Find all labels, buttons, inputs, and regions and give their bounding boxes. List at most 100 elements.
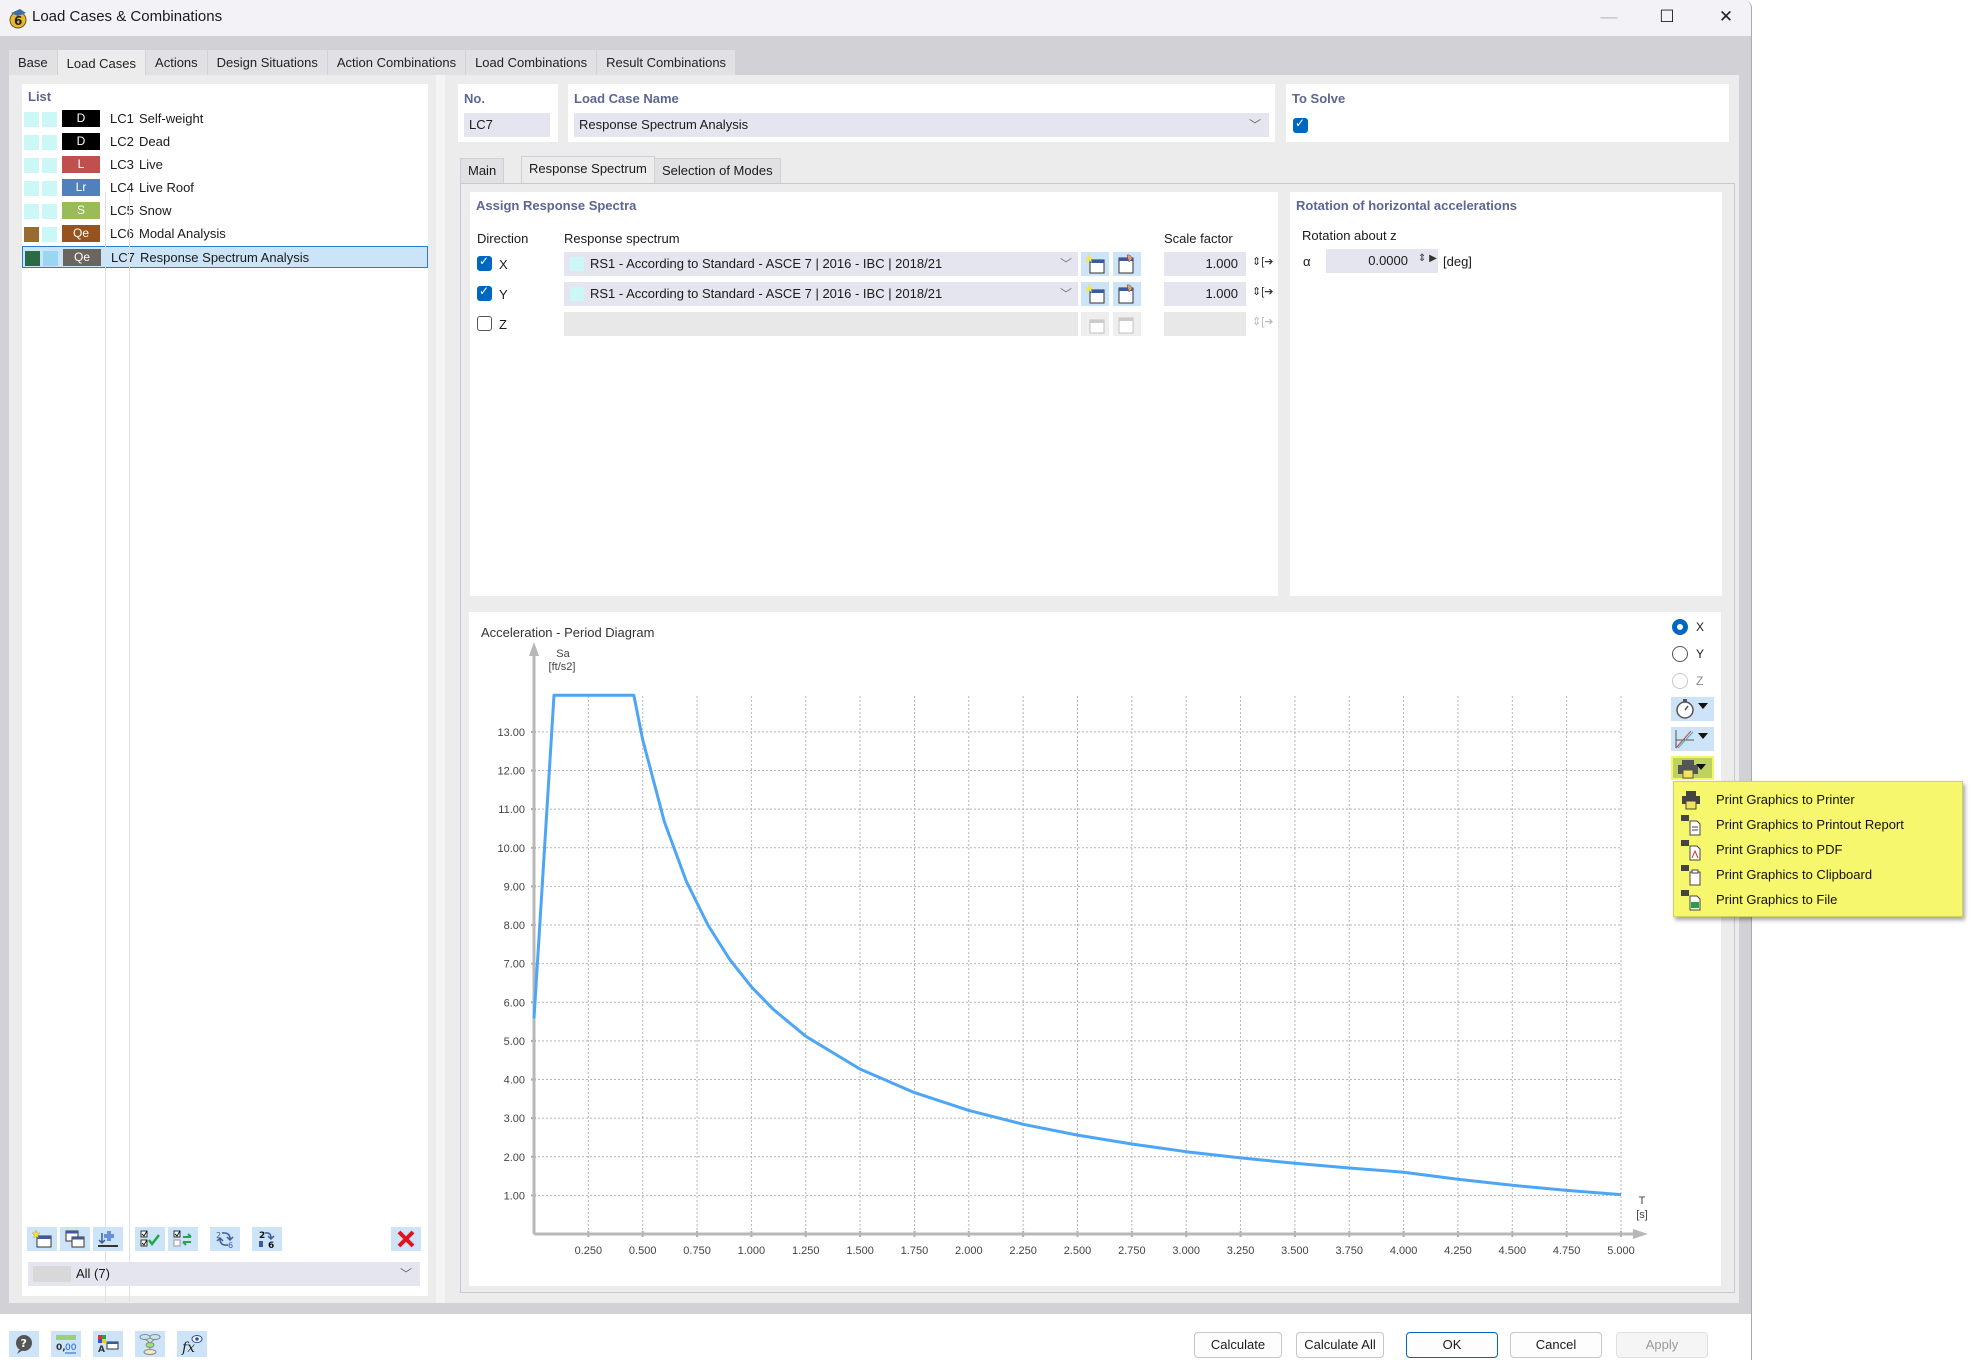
spectrum-y-dropdown[interactable]: RS1 - According to Standard - ASCE 7 | 2… bbox=[564, 282, 1078, 306]
x-tick-label: 4.000 bbox=[1390, 1245, 1418, 1257]
tab-selection-of-modes[interactable]: Selection of Modes bbox=[654, 158, 781, 183]
list-item[interactable]: Qe LC7 Response Spectrum Analysis bbox=[22, 246, 428, 268]
svg-text:?: ? bbox=[21, 1337, 27, 1350]
list-item[interactable]: Qe LC6 Modal Analysis bbox=[22, 223, 428, 245]
bottom-bar: ? 0, 00 A fx Calculate Calculate All OK C… bbox=[0, 1314, 1751, 1360]
edit-spectrum-x-button[interactable] bbox=[1113, 252, 1141, 276]
renumber-button[interactable]: 26 bbox=[210, 1227, 240, 1251]
list-item[interactable]: D LC2 Dead bbox=[22, 131, 428, 153]
list-item[interactable]: S LC5 Snow bbox=[22, 200, 428, 222]
tab-load-cases[interactable]: Load Cases bbox=[57, 50, 147, 76]
check-all-button[interactable] bbox=[135, 1227, 165, 1251]
category-badge: Qe bbox=[63, 249, 101, 266]
spectrum-x-dropdown[interactable]: RS1 - According to Standard - ASCE 7 | 2… bbox=[564, 252, 1078, 276]
scale-x-field[interactable]: 1.000 bbox=[1164, 252, 1246, 276]
calculate-button[interactable]: Calculate bbox=[1194, 1332, 1282, 1358]
load-case-name-dropdown[interactable]: Response Spectrum Analysis ﹀ bbox=[574, 113, 1269, 137]
graph-options-button[interactable] bbox=[1671, 727, 1714, 751]
ok-button[interactable]: OK bbox=[1406, 1332, 1498, 1358]
scale-y-field[interactable]: 1.000 bbox=[1164, 282, 1246, 306]
app-icon: 6 bbox=[9, 9, 27, 29]
reorder-button[interactable]: 26 bbox=[252, 1227, 282, 1251]
x-tick-label: 3.500 bbox=[1281, 1245, 1309, 1257]
y-tick-label: 12.00 bbox=[497, 766, 525, 778]
model-button[interactable] bbox=[135, 1331, 165, 1357]
new-load-case-button[interactable] bbox=[27, 1227, 57, 1251]
file-icon bbox=[1681, 890, 1701, 911]
close-button[interactable]: ✕ bbox=[1697, 0, 1751, 34]
menu-item-label: Print Graphics to File bbox=[1716, 892, 1838, 907]
load-case-list: List D LC1 Self-weight D LC2 Dead L LC3 Live Lr LC… bbox=[22, 84, 428, 1302]
spin-icon[interactable]: ⇕[➔ bbox=[1252, 255, 1274, 268]
tab-load-combinations[interactable]: Load Combinations bbox=[466, 50, 598, 75]
tab-actions[interactable]: Actions bbox=[146, 50, 208, 75]
formula-button[interactable]: fx bbox=[177, 1331, 207, 1357]
display-properties-button[interactable]: A bbox=[93, 1331, 123, 1357]
panel-splitter[interactable] bbox=[436, 75, 445, 1303]
chevron-down-icon: ﹀ bbox=[1059, 287, 1072, 301]
new-spectrum-y-button[interactable] bbox=[1081, 282, 1109, 306]
import-button[interactable] bbox=[93, 1227, 123, 1251]
direction-z-label: Z bbox=[499, 317, 507, 332]
tab-result-combinations[interactable]: Result Combinations bbox=[597, 50, 737, 75]
radio-y[interactable] bbox=[1672, 646, 1688, 662]
display-icon: A bbox=[98, 1335, 119, 1355]
rotation-panel: Rotation of horizontal accelerations Rot… bbox=[1290, 192, 1722, 596]
list-item[interactable]: Lr LC4 Live Roof bbox=[22, 177, 428, 199]
new-icon bbox=[1084, 283, 1105, 304]
maximize-button[interactable]: ☐ bbox=[1638, 0, 1696, 34]
rotation-unit: [deg] bbox=[1443, 254, 1472, 269]
spin-icon: ⇕[➔ bbox=[1252, 316, 1274, 328]
load-case-number: LC2 bbox=[110, 134, 134, 149]
load-case-name: Live Roof bbox=[139, 180, 194, 195]
menu-item-print-to-report[interactable]: Print Graphics to Printout Report bbox=[1674, 812, 1964, 837]
spin-icon[interactable]: ⇕[➔ bbox=[1252, 285, 1274, 298]
tab-base[interactable]: Base bbox=[9, 50, 58, 75]
menu-item-print-to-clipboard[interactable]: Print Graphics to Clipboard bbox=[1674, 862, 1964, 887]
column-divider bbox=[129, 192, 130, 1302]
tab-action-combinations[interactable]: Action Combinations bbox=[327, 50, 467, 75]
delete-button[interactable] bbox=[391, 1227, 421, 1251]
new-spectrum-x-button[interactable] bbox=[1081, 252, 1109, 276]
units-button[interactable]: 0, 00 bbox=[51, 1331, 81, 1357]
x-tick-label: 0.250 bbox=[575, 1245, 603, 1257]
svg-text:00: 00 bbox=[65, 1343, 77, 1353]
copy-load-case-button[interactable] bbox=[60, 1227, 90, 1251]
direction-z-checkbox[interactable] bbox=[477, 316, 492, 331]
menu-item-print-to-printer[interactable]: Print Graphics to Printer bbox=[1674, 787, 1964, 812]
load-case-name: Modal Analysis bbox=[139, 226, 226, 241]
x-tick-label: 4.250 bbox=[1444, 1245, 1472, 1257]
tab-response-spectrum[interactable]: Response Spectrum bbox=[521, 156, 655, 184]
dialog-window: 6 Load Cases & Combinations — ☐ ✕ Base Lo… bbox=[0, 0, 1752, 1360]
tab-design-situations[interactable]: Design Situations bbox=[207, 50, 328, 75]
clipboard-icon bbox=[1681, 865, 1701, 886]
direction-y-checkbox[interactable] bbox=[477, 284, 492, 301]
list-item[interactable]: L LC3 Live bbox=[22, 154, 428, 176]
y-tick-label: 1.00 bbox=[504, 1190, 525, 1202]
edit-spectrum-y-button[interactable] bbox=[1113, 282, 1141, 306]
timer-button[interactable] bbox=[1671, 697, 1714, 721]
load-case-name: Dead bbox=[139, 134, 171, 149]
filter-dropdown[interactable]: All (7) ﹀ bbox=[28, 1262, 420, 1286]
spin-icon[interactable]: ⇕ ▶ bbox=[1418, 253, 1437, 264]
menu-item-label: Print Graphics to Printout Report bbox=[1716, 817, 1904, 832]
print-button[interactable] bbox=[1671, 756, 1714, 780]
calculate-all-button[interactable]: Calculate All bbox=[1296, 1332, 1384, 1358]
radio-x[interactable] bbox=[1672, 619, 1688, 635]
minimize-button[interactable]: — bbox=[1580, 0, 1638, 34]
toggle-check-button[interactable] bbox=[168, 1227, 198, 1251]
formula-icon: fx bbox=[181, 1335, 203, 1355]
menu-item-print-to-file[interactable]: Print Graphics to File bbox=[1674, 887, 1964, 912]
maximize-icon: ☐ bbox=[1659, 7, 1675, 26]
help-button[interactable]: ? bbox=[9, 1331, 39, 1357]
cancel-button[interactable]: Cancel bbox=[1510, 1332, 1602, 1358]
to-solve-checkbox[interactable] bbox=[1293, 116, 1308, 133]
color-swatch bbox=[42, 112, 57, 127]
close-icon: ✕ bbox=[1718, 7, 1734, 26]
direction-x-checkbox[interactable] bbox=[477, 254, 492, 271]
list-item[interactable]: D LC1 Self-weight bbox=[22, 108, 428, 130]
x-tick-label: 2.000 bbox=[955, 1245, 983, 1257]
import-icon bbox=[98, 1231, 118, 1247]
menu-item-print-to-pdf[interactable]: Print Graphics to PDF bbox=[1674, 837, 1964, 862]
tab-main[interactable]: Main bbox=[460, 158, 505, 183]
